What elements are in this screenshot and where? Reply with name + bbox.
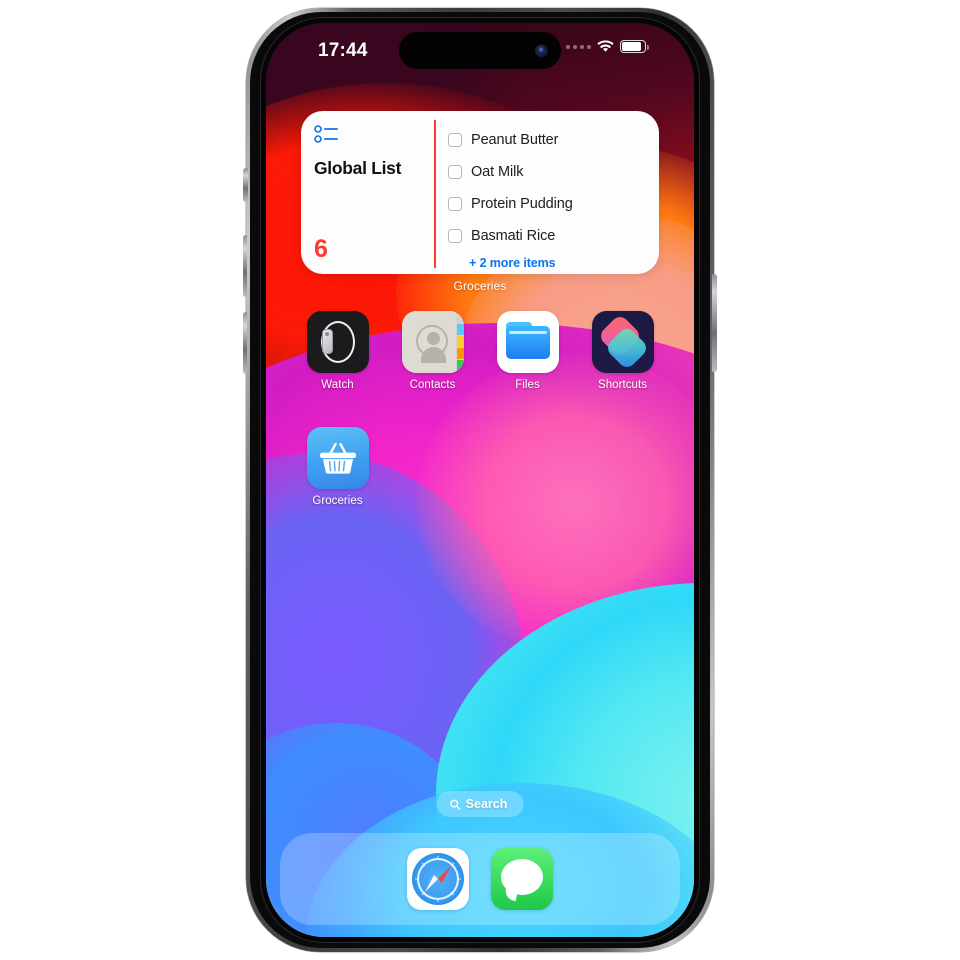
more-items-link[interactable]: + 2 more items [469,256,556,270]
shopping-basket-icon [319,442,356,474]
battery-icon [620,40,649,53]
status-bar-indicators [566,40,649,53]
status-bar: 17:44 [266,23,694,81]
contacts-app-icon[interactable] [401,311,464,373]
app-watch[interactable]: Watch [290,311,385,391]
signal-dots-icon [566,44,591,49]
messages-app-icon[interactable] [491,848,553,910]
widget-label: Groceries [453,279,507,293]
list-item[interactable]: Basmati Rice [448,220,649,252]
list-item-label: Peanut Butter [471,132,559,148]
groceries-app-icon[interactable] [306,427,369,489]
front-camera-icon [535,44,548,57]
search-label: Search [465,797,508,811]
app-label: Shortcuts [597,379,648,391]
app-groceries[interactable]: Groceries [290,427,385,507]
checkbox-icon[interactable] [448,165,462,179]
power-button[interactable] [712,274,717,372]
app-label: Files [515,379,540,391]
app-grid: Watch Contacts Files Shortcuts Groceries [290,311,670,507]
list-item[interactable]: Oat Milk [448,156,649,188]
list-item-label: Basmati Rice [471,228,556,244]
search-icon [450,799,461,810]
app-label: Watch [321,379,354,391]
bulleted-list-icon [314,125,338,143]
dynamic-island[interactable] [399,32,561,69]
list-item[interactable]: Peanut Butter [448,124,649,156]
volume-up-button[interactable] [243,235,247,297]
wifi-icon [597,40,614,52]
watch-app-icon[interactable] [306,311,369,373]
checkbox-icon[interactable] [448,197,462,211]
widget-title: Global List [314,158,402,178]
safari-app-icon[interactable] [407,848,469,910]
widget-item-list: Peanut Butter Oat Milk Protein Pudding B… [436,111,659,274]
list-item-label: Protein Pudding [471,196,573,212]
dock [280,833,680,925]
widget-item-count: 6 [314,235,328,263]
safari-compass-glyph [415,856,461,902]
widget-summary-pane: Global List 6 [301,111,434,274]
checkbox-icon[interactable] [448,229,462,243]
widget-card[interactable]: Global List 6 Peanut Butter Oat Milk Pro… [301,111,659,274]
checkbox-icon[interactable] [448,133,462,147]
files-app-icon[interactable] [496,311,559,373]
list-item-label: Oat Milk [471,164,524,180]
groceries-widget[interactable]: Global List 6 Peanut Butter Oat Milk Pro… [301,111,659,293]
app-shortcuts[interactable]: Shortcuts [575,311,670,391]
app-label: Groceries [312,495,363,507]
volume-down-button[interactable] [243,312,247,374]
list-item[interactable]: Protein Pudding [448,188,649,220]
search-pill[interactable]: Search [436,791,524,817]
action-button[interactable] [243,168,248,202]
app-contacts[interactable]: Contacts [385,311,480,391]
status-bar-clock: 17:44 [318,40,368,61]
app-label: Contacts [409,379,456,391]
app-files[interactable]: Files [480,311,575,391]
phone-screen: 17:44 Global List 6 Peanut Butter Oat Mi… [266,23,694,937]
screenshot-stage: 17:44 Global List 6 Peanut Butter Oat Mi… [0,0,960,960]
shortcuts-app-icon[interactable] [591,311,654,373]
